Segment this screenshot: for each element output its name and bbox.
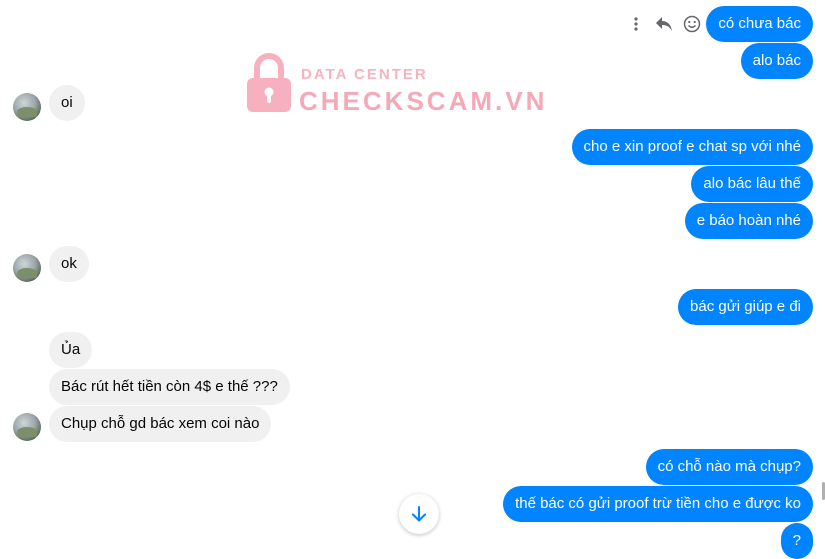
- scroll-to-bottom-button[interactable]: [399, 494, 439, 534]
- avatar[interactable]: [13, 413, 41, 441]
- incoming-message[interactable]: Bác rút hết tiền còn 4$ e thế ???: [49, 369, 290, 405]
- react-icon[interactable]: [680, 12, 704, 36]
- incoming-message[interactable]: Ủa: [49, 332, 93, 368]
- outgoing-message[interactable]: alo bác lâu thế: [691, 166, 813, 202]
- incoming-message[interactable]: oi: [49, 85, 85, 121]
- outgoing-message[interactable]: cho e xin proof e chat sp với nhé: [571, 129, 813, 165]
- watermark-title: CHECKSCAM.VN: [299, 86, 548, 116]
- reply-icon[interactable]: [652, 12, 676, 36]
- avatar[interactable]: [13, 93, 41, 121]
- outgoing-message[interactable]: ?: [780, 523, 813, 559]
- incoming-message[interactable]: ok: [49, 246, 89, 282]
- outgoing-message[interactable]: có chưa bác: [706, 6, 813, 42]
- outgoing-message[interactable]: thế bác có gửi proof trừ tiền cho e được…: [503, 486, 813, 522]
- lock-icon: [247, 53, 291, 112]
- checkscam-watermark: DATA CENTER CHECKSCAM.VN: [245, 52, 544, 116]
- avatar[interactable]: [13, 254, 41, 282]
- watermark-subtitle: DATA CENTER: [301, 66, 428, 83]
- outgoing-message[interactable]: alo bác: [740, 43, 813, 79]
- outgoing-message[interactable]: e báo hoàn nhé: [684, 203, 813, 239]
- message-actions: [624, 12, 704, 36]
- more-icon[interactable]: [624, 12, 648, 36]
- incoming-message[interactable]: Chụp chỗ gd bác xem coi nào: [49, 406, 272, 442]
- arrow-down-icon: [412, 506, 426, 522]
- outgoing-message[interactable]: bác gửi giúp e đi: [678, 289, 813, 325]
- outgoing-message[interactable]: có chỗ nào mà chụp?: [645, 449, 813, 485]
